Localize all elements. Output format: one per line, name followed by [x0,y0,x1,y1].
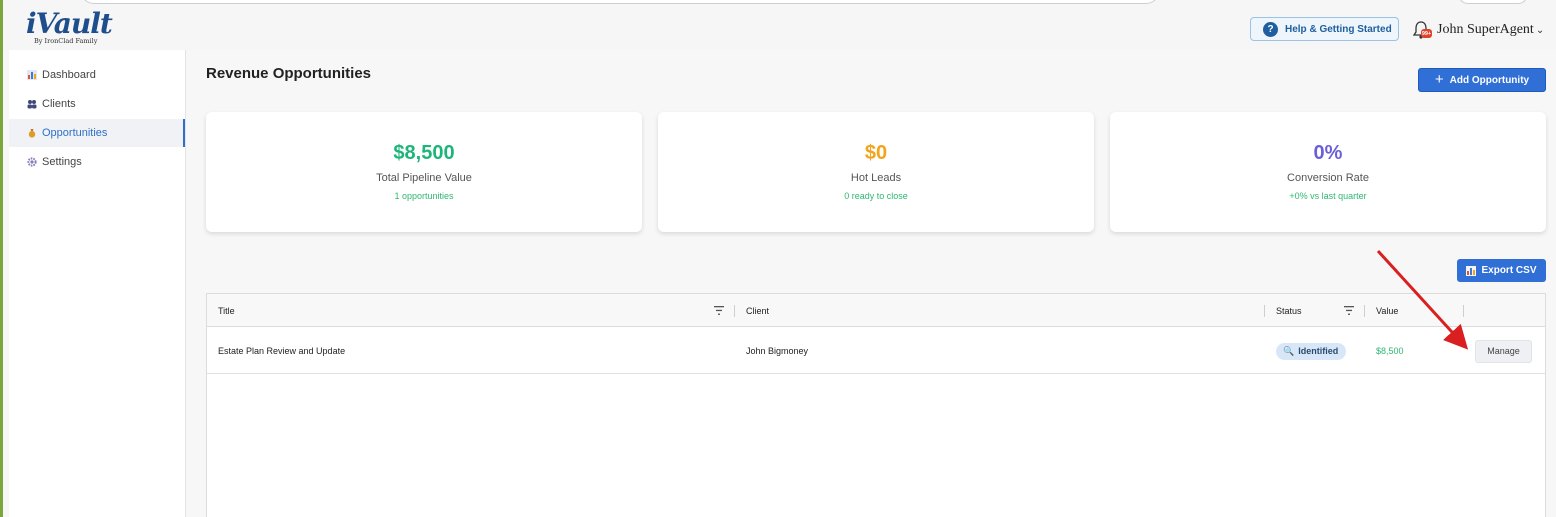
sidebar-item-clients[interactable]: Clients [9,90,185,118]
money-bag-icon [28,129,36,138]
stat-card-hot-leads: $0 Hot Leads 0 ready to close [658,112,1094,232]
column-header-client[interactable]: Client [746,294,769,327]
column-separator[interactable] [1463,305,1464,317]
cell-value: $8,500 [1376,346,1404,356]
magnifier-icon: 🔍 [1283,345,1295,356]
column-header-title[interactable]: Title [218,294,235,327]
browser-button-edge [1458,0,1528,4]
stat-value: $0 [864,142,888,164]
stat-value: $8,500 [393,142,455,164]
status-label: Identified [1298,346,1339,356]
question-circle-icon: ? [1263,21,1278,37]
stat-card-conversion: 0% Conversion Rate +0% vs last quarter [1110,112,1546,232]
cell-actions: Manage [1475,328,1532,374]
help-getting-started-button[interactable]: ? Help & Getting Started [1250,17,1399,41]
sidebar-item-settings[interactable]: Settings [9,148,185,176]
sidebar-item-opportunities[interactable]: Opportunities [9,119,185,147]
sidebar: Dashboard Clients Opportunities Settings [9,50,186,517]
users-icon [27,100,37,109]
cell-title: Estate Plan Review and Update [218,346,346,356]
stat-label: Total Pipeline Value [376,172,472,184]
window-left-border [0,0,3,517]
cell-client: John Bigmoney [746,346,809,356]
cell-status: 🔍 Identified [1276,328,1347,374]
column-header-status[interactable]: Status [1276,294,1302,327]
sidebar-item-dashboard[interactable]: Dashboard [9,61,185,89]
export-csv-button[interactable]: Export CSV [1457,259,1546,282]
notification-badge: 99+ [1421,29,1432,38]
user-menu[interactable]: 99+ John SuperAgent ⌄ [1411,19,1544,41]
stat-value: 0% [1313,142,1343,164]
sidebar-item-label: Clients [42,98,76,110]
add-opportunity-label: Add Opportunity [1449,74,1530,86]
sidebar-item-label: Settings [42,156,82,168]
browser-address-bar-edge [80,0,1160,4]
column-header-value[interactable]: Value [1376,294,1398,327]
filter-icon[interactable] [1344,306,1354,315]
sidebar-item-label: Opportunities [42,127,108,139]
gear-icon [27,157,37,167]
filter-icon[interactable] [714,306,724,315]
export-csv-label: Export CSV [1481,265,1537,276]
stat-subtext: 1 opportunities [394,191,454,201]
stat-subtext: 0 ready to close [844,191,908,201]
stat-label: Conversion Rate [1287,172,1369,184]
sidebar-item-label: Dashboard [42,69,96,81]
opportunities-table: Title Client Status Value Estate Plan Re… [206,293,1546,517]
bar-chart-icon [27,70,37,80]
table-row[interactable]: Estate Plan Review and Update John Bigmo… [207,328,1545,374]
stat-subtext: +0% vs last quarter [1289,191,1367,201]
manage-button[interactable]: Manage [1475,339,1532,363]
notification-bell-icon[interactable]: 99+ [1411,20,1433,40]
logo-wordmark: iVault [26,7,113,40]
column-separator[interactable] [1364,305,1365,317]
stat-label: Hot Leads [850,172,902,184]
add-opportunity-button[interactable]: + Add Opportunity [1418,68,1546,92]
spreadsheet-icon [1466,265,1477,276]
page-title: Revenue Opportunities [206,65,372,82]
user-name: John SuperAgent [1437,22,1534,37]
status-badge: 🔍 Identified [1276,342,1347,360]
column-separator[interactable] [1264,305,1265,317]
plus-icon: + [1434,71,1444,88]
app-logo[interactable]: iVault By IronClad Family [26,10,116,50]
chevron-down-icon: ⌄ [1535,24,1545,36]
column-separator[interactable] [734,305,735,317]
help-button-label: Help & Getting Started [1285,23,1392,35]
stat-card-pipeline: $8,500 Total Pipeline Value 1 opportunit… [206,112,642,232]
table-header: Title Client Status Value [207,294,1545,327]
